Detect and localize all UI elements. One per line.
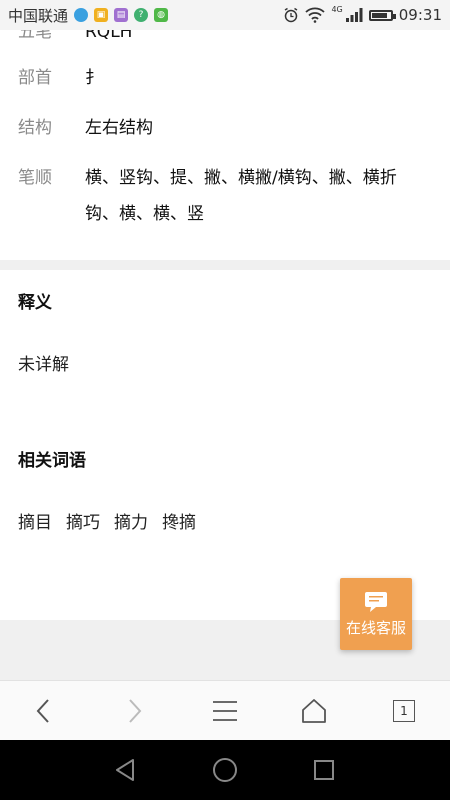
info-label: 结构 <box>18 118 52 138</box>
gallery-notification-icon: ▤ <box>114 8 129 22</box>
meaning-text: 未详解 <box>18 355 69 375</box>
info-value: 扌 <box>85 68 102 88</box>
home-circle-icon <box>213 758 237 782</box>
info-value: 横、竖钩、提、撇、横撇/横钩、撇、横折钩、横、横、竖 <box>85 168 397 224</box>
battery-level <box>371 12 388 18</box>
menu-icon <box>213 701 237 721</box>
back-triangle-icon <box>116 759 134 781</box>
recents-square-icon <box>314 760 334 780</box>
system-navigation-bar <box>0 740 450 800</box>
system-back-button[interactable] <box>95 740 155 800</box>
back-button[interactable] <box>13 681 73 741</box>
info-row-radical: 部首 扌 <box>18 60 430 96</box>
notification-icons: ▣ ▤ ? ◍ <box>74 8 169 22</box>
battery-icon <box>368 9 396 21</box>
info-value: 左右结构 <box>85 118 153 138</box>
home-icon <box>302 699 326 723</box>
info-value: RQLH <box>85 30 133 42</box>
wechat-notification-icon: ◍ <box>154 8 169 22</box>
info-label: 五笔 <box>18 30 52 42</box>
chat-icon <box>365 591 387 612</box>
online-service-button[interactable]: 在线客服 <box>340 578 412 650</box>
info-row-stroke-order: 笔顺 横、竖钩、提、撇、横撇/横钩、撇、横折钩、横、横、竖 <box>18 160 430 232</box>
status-indicators: 4G 09:31 <box>283 4 442 24</box>
store-notification-icon: ▣ <box>94 8 109 22</box>
related-word-link[interactable]: 摘力 <box>114 508 148 533</box>
tab-count: 1 <box>393 700 415 722</box>
related-word-link[interactable]: 搀摘 <box>162 508 196 533</box>
help-notification-icon: ? <box>134 8 149 22</box>
info-row-wubi: 五笔 RQLH <box>18 30 430 50</box>
tabs-button[interactable]: 1 <box>374 681 434 741</box>
home-button[interactable] <box>284 681 344 741</box>
related-words-title: 相关词语 <box>18 451 86 471</box>
carrier-name: 中国联通 <box>8 6 69 25</box>
system-home-button[interactable] <box>195 740 255 800</box>
chevron-right-icon <box>129 699 142 723</box>
meaning-title: 释义 <box>18 293 52 313</box>
related-word-link[interactable]: 摘巧 <box>66 508 100 533</box>
clock: 09:31 <box>398 6 442 24</box>
info-label: 部首 <box>18 68 52 88</box>
online-service-label: 在线客服 <box>345 618 406 637</box>
menu-button[interactable] <box>195 681 255 741</box>
browser-notification-icon <box>74 8 89 22</box>
info-label: 笔顺 <box>18 168 52 188</box>
related-word-link[interactable]: 摘目 <box>18 508 52 533</box>
signal-icon <box>345 7 363 23</box>
section-divider <box>0 260 450 270</box>
forward-button[interactable] <box>105 681 165 741</box>
system-recents-button[interactable] <box>294 740 354 800</box>
alarm-icon <box>283 7 299 23</box>
chevron-left-icon <box>36 699 49 723</box>
related-words-list: 摘目 摘巧 摘力 搀摘 <box>18 508 196 533</box>
status-bar: 中国联通 ▣ ▤ ? ◍ 4G 09:31 <box>0 0 450 30</box>
network-type-label: 4G <box>331 4 343 14</box>
info-row-structure: 结构 左右结构 <box>18 110 430 146</box>
browser-toolbar: 1 <box>0 680 450 740</box>
wifi-icon <box>305 7 326 23</box>
